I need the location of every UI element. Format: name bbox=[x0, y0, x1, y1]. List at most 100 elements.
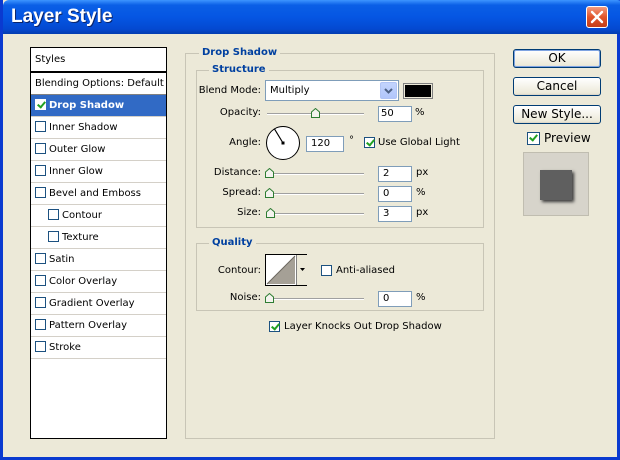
spread-input[interactable]: 0 bbox=[378, 186, 412, 202]
style-item-satin[interactable]: Satin bbox=[31, 249, 166, 271]
color-overlay-checkbox[interactable] bbox=[35, 275, 46, 286]
style-item-color-overlay[interactable]: Color Overlay bbox=[31, 271, 166, 293]
styles-list: Styles Blending Options: Default Drop Sh… bbox=[30, 47, 167, 439]
angle-dial[interactable] bbox=[265, 125, 301, 161]
texture-checkbox[interactable] bbox=[48, 231, 59, 242]
angle-label: Angle: bbox=[229, 137, 261, 148]
shadow-color-swatch[interactable] bbox=[403, 83, 433, 99]
style-item-drop-shadow[interactable]: Drop Shadow bbox=[31, 95, 166, 117]
style-item-inner-shadow[interactable]: Inner Shadow bbox=[31, 117, 166, 139]
style-item-outer-glow[interactable]: Outer Glow bbox=[31, 139, 166, 161]
close-icon bbox=[590, 10, 604, 24]
size-value: 3 bbox=[383, 208, 390, 219]
spread-label: Spread: bbox=[222, 187, 261, 198]
angle-value: 120 bbox=[311, 138, 331, 149]
drop-shadow-checkbox[interactable] bbox=[35, 99, 46, 110]
use-global-light-label[interactable]: Use Global Light bbox=[378, 137, 460, 148]
style-item-inner-glow[interactable]: Inner Glow bbox=[31, 161, 166, 183]
drop-shadow-title: Drop Shadow bbox=[199, 47, 281, 58]
preview-label[interactable]: Preview bbox=[544, 131, 591, 145]
gradient-overlay-checkbox[interactable] bbox=[35, 297, 46, 308]
distance-label: Distance: bbox=[213, 167, 261, 178]
triangle-down-icon bbox=[300, 268, 305, 271]
spread-slider-thumb[interactable] bbox=[265, 188, 274, 198]
opacity-value: 50 bbox=[381, 108, 394, 119]
knockout-checkbox[interactable] bbox=[269, 321, 280, 332]
noise-slider-track[interactable] bbox=[267, 298, 364, 300]
distance-slider-thumb[interactable] bbox=[265, 168, 274, 178]
style-item-gradient-overlay[interactable]: Gradient Overlay bbox=[31, 293, 166, 315]
size-slider-track[interactable] bbox=[267, 213, 364, 215]
blend-mode-select[interactable]: Multiply bbox=[265, 80, 399, 101]
styles-header[interactable]: Styles bbox=[31, 48, 166, 73]
pattern-overlay-checkbox[interactable] bbox=[35, 319, 46, 330]
style-item-label: Contour bbox=[62, 210, 102, 221]
contour-dropdown-button[interactable] bbox=[296, 255, 307, 285]
preview-box bbox=[523, 152, 589, 216]
distance-slider-track[interactable] bbox=[267, 173, 364, 175]
anti-aliased-checkbox[interactable] bbox=[321, 265, 332, 276]
angle-unit: ° bbox=[349, 135, 354, 146]
style-item-label: Inner Shadow bbox=[49, 122, 118, 133]
contour-checkbox[interactable] bbox=[48, 209, 59, 220]
contour-label: Contour: bbox=[217, 265, 261, 276]
new-style-button[interactable]: New Style... bbox=[513, 105, 601, 124]
style-item-label: Inner Glow bbox=[49, 166, 103, 177]
stroke-checkbox[interactable] bbox=[35, 341, 46, 352]
size-unit: px bbox=[416, 207, 429, 218]
style-item-label: Blending Options: Default bbox=[35, 78, 164, 89]
style-item-label: Drop Shadow bbox=[49, 100, 125, 111]
use-global-light-checkbox[interactable] bbox=[364, 137, 375, 148]
noise-slider-thumb[interactable] bbox=[265, 293, 274, 303]
anti-aliased-label[interactable]: Anti-aliased bbox=[336, 265, 395, 276]
style-item-texture[interactable]: Texture bbox=[31, 227, 166, 249]
distance-input[interactable]: 2 bbox=[378, 166, 412, 182]
style-item-bevel-and-emboss[interactable]: Bevel and Emboss bbox=[31, 183, 166, 205]
shadow-color-fill bbox=[405, 85, 431, 97]
window-title: Layer Style bbox=[11, 6, 113, 27]
noise-label: Noise: bbox=[229, 292, 261, 303]
angle-input[interactable]: 120 bbox=[306, 136, 344, 152]
ok-button[interactable]: OK bbox=[513, 49, 601, 68]
cancel-button[interactable]: Cancel bbox=[513, 77, 601, 96]
size-label: Size: bbox=[237, 207, 261, 218]
close-button[interactable] bbox=[586, 6, 608, 28]
style-item-label: Color Overlay bbox=[49, 276, 118, 287]
blend-mode-label: Blend Mode: bbox=[198, 85, 261, 96]
style-item-label: Bevel and Emboss bbox=[49, 188, 141, 199]
blend-mode-value: Multiply bbox=[270, 85, 310, 96]
size-input[interactable]: 3 bbox=[378, 206, 412, 222]
contour-picker[interactable] bbox=[265, 254, 307, 286]
style-item-pattern-overlay[interactable]: Pattern Overlay bbox=[31, 315, 166, 337]
style-item-label: Satin bbox=[49, 254, 75, 265]
title-bar[interactable]: Layer Style bbox=[3, 0, 620, 34]
inner-shadow-checkbox[interactable] bbox=[35, 121, 46, 132]
layer-style-dialog: Layer Style Styles Blending Options: Def… bbox=[0, 0, 620, 460]
style-item-stroke[interactable]: Stroke bbox=[31, 337, 166, 359]
chevron-down-icon bbox=[380, 82, 397, 99]
size-slider-thumb[interactable] bbox=[266, 208, 275, 218]
opacity-input[interactable]: 50 bbox=[378, 106, 412, 122]
opacity-unit: % bbox=[415, 107, 425, 118]
noise-input[interactable]: 0 bbox=[378, 291, 412, 307]
spread-slider-track[interactable] bbox=[267, 193, 364, 195]
style-item-label: Stroke bbox=[49, 342, 81, 353]
contour-linear-icon bbox=[266, 255, 296, 285]
distance-value: 2 bbox=[383, 168, 390, 179]
style-item-contour[interactable]: Contour bbox=[31, 205, 166, 227]
opacity-label: Opacity: bbox=[219, 107, 261, 118]
bevel-and-emboss-checkbox[interactable] bbox=[35, 187, 46, 198]
knockout-label[interactable]: Layer Knocks Out Drop Shadow bbox=[284, 321, 442, 332]
preview-swatch bbox=[540, 170, 572, 200]
distance-unit: px bbox=[416, 167, 429, 178]
inner-glow-checkbox[interactable] bbox=[35, 165, 46, 176]
noise-value: 0 bbox=[383, 293, 390, 304]
outer-glow-checkbox[interactable] bbox=[35, 143, 46, 154]
preview-checkbox[interactable] bbox=[527, 132, 540, 145]
satin-checkbox[interactable] bbox=[35, 253, 46, 264]
opacity-slider-thumb[interactable] bbox=[311, 108, 320, 118]
style-item-label: Pattern Overlay bbox=[49, 320, 128, 331]
quality-title: Quality bbox=[209, 237, 256, 248]
style-item-label: Texture bbox=[62, 232, 99, 243]
style-item-blending-options[interactable]: Blending Options: Default bbox=[31, 73, 166, 95]
